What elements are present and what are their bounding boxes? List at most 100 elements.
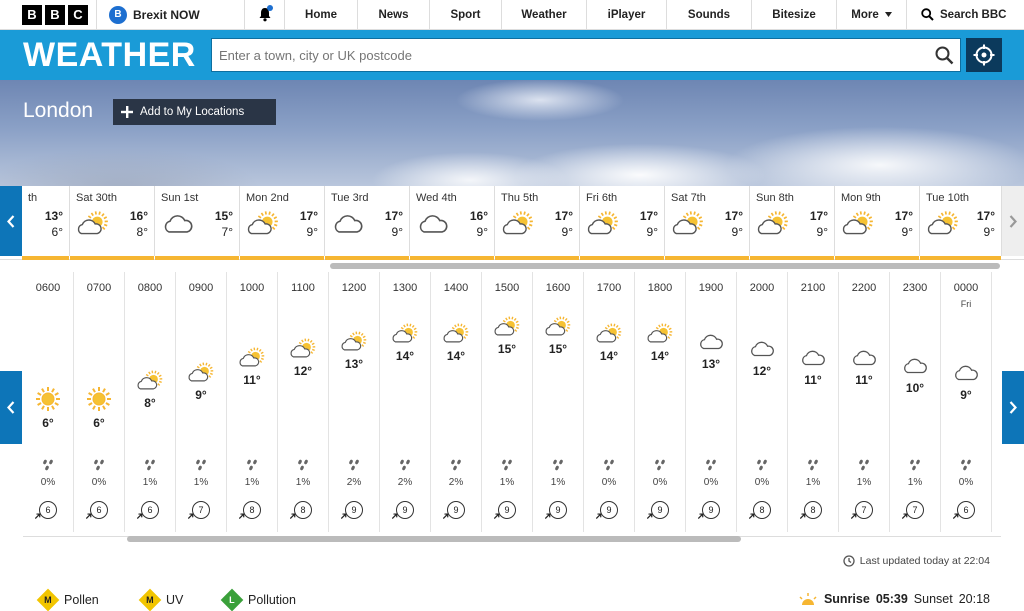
- rain-chance: 2%: [431, 477, 481, 488]
- days-prev-button[interactable]: [0, 186, 22, 256]
- hour-time: 1300: [380, 282, 430, 294]
- hour-temperature: 11°: [227, 373, 277, 387]
- hour-column[interactable]: 1800 14° 0% ➜9: [635, 272, 686, 532]
- add-to-my-locations-button[interactable]: Add to My Locations: [113, 99, 276, 125]
- weather-icon: [839, 347, 889, 369]
- raindrops-icon: [380, 459, 430, 471]
- hour-time: 1000: [227, 282, 277, 294]
- hour-column[interactable]: 2000 12° 0% ➜8: [737, 272, 788, 532]
- hour-temperature: 12°: [278, 364, 328, 378]
- wind-arrow-icon: ➜: [82, 510, 96, 524]
- hour-column[interactable]: 0000 Fri 9° 0% ➜6: [941, 272, 992, 532]
- hour-column[interactable]: 1100 12° 1% ➜8: [278, 272, 329, 532]
- brexit-now-link[interactable]: B Brexit NOW: [96, 0, 244, 29]
- wind-speed-value: 9: [351, 505, 356, 515]
- nav-iplayer[interactable]: iPlayer: [586, 0, 666, 29]
- locate-me-button[interactable]: [966, 38, 1002, 72]
- raindrops-icon: [890, 459, 940, 471]
- hour-column[interactable]: 2200 11° 1% ➜7: [839, 272, 890, 532]
- day-name: th: [28, 192, 37, 204]
- raindrops-icon: [74, 459, 124, 471]
- location-search-button[interactable]: [935, 46, 954, 70]
- wind-direction-icon: ➜7: [855, 501, 873, 519]
- pollution-indicator[interactable]: L Pollution: [224, 592, 296, 608]
- wind-arrow-icon: ➜: [31, 510, 45, 524]
- pollen-badge-letter: M: [44, 595, 52, 605]
- last-updated: Last updated today at 22:04: [843, 555, 990, 567]
- rain-chance: 1%: [788, 477, 838, 488]
- day-high-temp: 17°: [810, 209, 828, 223]
- hour-column[interactable]: 0800 8° 1% ➜6: [125, 272, 176, 532]
- weather-icon: [941, 362, 991, 384]
- hour-column[interactable]: 1600 15° 1% ➜9: [533, 272, 584, 532]
- weather-icon: [584, 323, 634, 345]
- day-tab[interactable]: Mon 2nd 17° 9°: [240, 186, 325, 256]
- day-high-temp: 17°: [555, 209, 573, 223]
- weather-icon: [431, 323, 481, 345]
- nav-home[interactable]: Home: [284, 0, 357, 29]
- day-tab[interactable]: Fri 6th 17° 9°: [580, 186, 665, 256]
- hours-scrollbar[interactable]: [127, 536, 741, 542]
- hour-column[interactable]: 1700 14° 0% ➜9: [584, 272, 635, 532]
- wind-direction-icon: ➜9: [600, 501, 618, 519]
- day-tab[interactable]: Tue 10th 17° 9°: [920, 186, 1002, 256]
- day-name: Sun 1st: [161, 192, 198, 204]
- days-scrollbar[interactable]: [330, 263, 1000, 269]
- wind-speed: ➜7: [839, 501, 889, 519]
- raindrops-icon: [23, 459, 73, 471]
- day-tab[interactable]: Sun 8th 17° 9°: [750, 186, 835, 256]
- day-tab[interactable]: th 13° 6°: [22, 186, 70, 256]
- nav-weather[interactable]: Weather: [501, 0, 586, 29]
- day-tab[interactable]: Sat 30th 16° 8°: [70, 186, 155, 256]
- uv-label: UV: [166, 593, 183, 607]
- hours-prev-button[interactable]: [0, 371, 22, 444]
- day-tab[interactable]: Sun 1st 15° 7°: [155, 186, 240, 256]
- nav-more[interactable]: More: [836, 0, 906, 29]
- hour-time: 2300: [890, 282, 940, 294]
- day-tab[interactable]: Tue 3rd 17° 9°: [325, 186, 410, 256]
- hour-column[interactable]: 2100 11° 1% ➜8: [788, 272, 839, 532]
- hour-column[interactable]: 1900 13° 0% ➜9: [686, 272, 737, 532]
- brexit-label: Brexit NOW: [133, 8, 200, 22]
- bbc-logo[interactable]: B B C: [0, 0, 96, 29]
- nav-bitesize[interactable]: Bitesize: [751, 0, 836, 29]
- days-next-button[interactable]: [1002, 186, 1024, 256]
- raindrops-icon: [941, 459, 991, 471]
- sunset-time: 20:18: [959, 592, 990, 606]
- hour-column[interactable]: 0600 6° 0% ➜6: [23, 272, 74, 532]
- wind-speed: ➜9: [686, 501, 736, 519]
- pollution-label: Pollution: [248, 593, 296, 607]
- hours-next-button[interactable]: [1002, 371, 1024, 444]
- nav-sport[interactable]: Sport: [429, 0, 501, 29]
- nav-sounds[interactable]: Sounds: [666, 0, 751, 29]
- notifications-button[interactable]: [244, 0, 284, 29]
- day-name: Sun 8th: [756, 192, 794, 204]
- weather-icon: [482, 316, 532, 338]
- search-bbc-button[interactable]: Search BBC: [906, 0, 1024, 29]
- hour-column[interactable]: 1000 11° 1% ➜8: [227, 272, 278, 532]
- hour-column[interactable]: 1500 15° 1% ➜9: [482, 272, 533, 532]
- day-tab[interactable]: Mon 9th 17° 9°: [835, 186, 920, 256]
- hour-temperature: 11°: [839, 373, 889, 387]
- day-tab[interactable]: Wed 4th 16° 9°: [410, 186, 495, 256]
- pollen-indicator[interactable]: M Pollen: [40, 592, 99, 608]
- weather-icon: [329, 331, 379, 353]
- wind-direction-icon: ➜9: [702, 501, 720, 519]
- day-low-temp: 8°: [137, 225, 148, 239]
- hour-column[interactable]: 1200 13° 2% ➜9: [329, 272, 380, 532]
- hour-temperature: 8°: [125, 396, 175, 410]
- hour-column[interactable]: 0700 6° 0% ➜6: [74, 272, 125, 532]
- hour-column[interactable]: 1400 14° 2% ➜9: [431, 272, 482, 532]
- day-tab[interactable]: Thu 5th 17° 9°: [495, 186, 580, 256]
- day-tab[interactable]: Sat 7th 17° 9°: [665, 186, 750, 256]
- day-high-temp: 17°: [977, 209, 995, 223]
- hour-column[interactable]: 0900 9° 1% ➜7: [176, 272, 227, 532]
- hour-column[interactable]: 1300 14° 2% ➜9: [380, 272, 431, 532]
- sunset-label: Sunset: [914, 592, 953, 606]
- environment-summary: M Pollen M UV L Pollution Sunrise 05:39 …: [0, 590, 1024, 610]
- nav-news[interactable]: News: [357, 0, 429, 29]
- hour-column[interactable]: 2300 10° 1% ➜7: [890, 272, 941, 532]
- location-search-input[interactable]: [212, 39, 912, 71]
- weather-title[interactable]: WEATHER: [23, 36, 196, 75]
- uv-indicator[interactable]: M UV: [142, 592, 183, 608]
